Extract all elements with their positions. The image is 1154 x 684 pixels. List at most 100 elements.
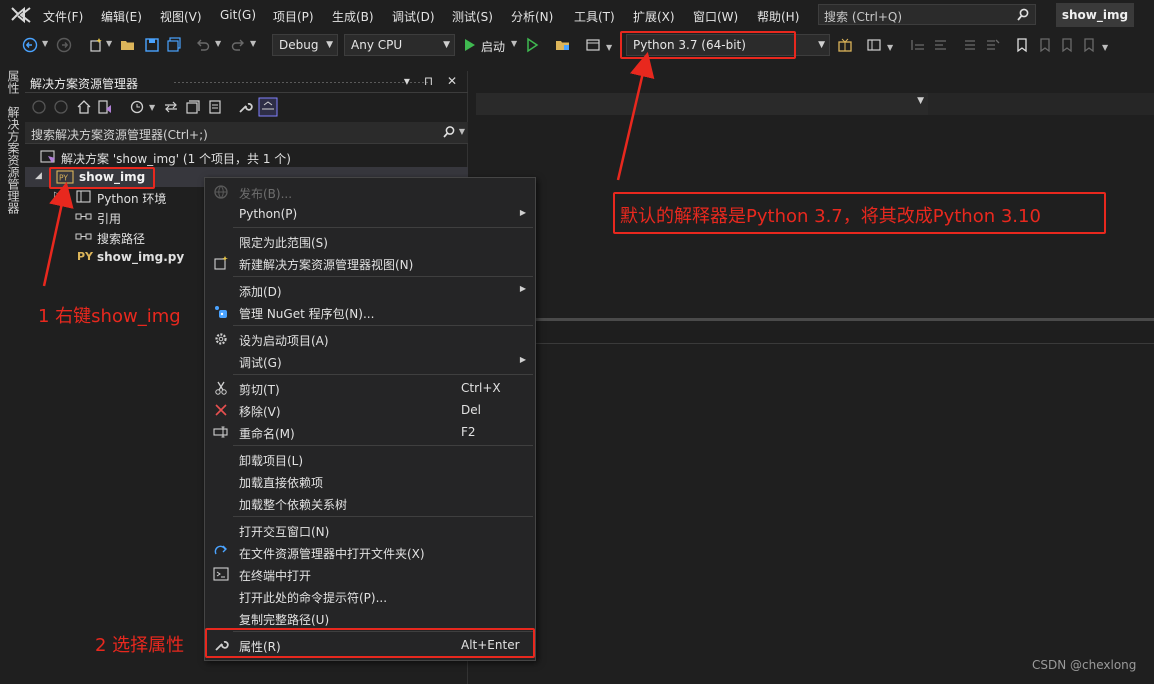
sync-with-document-icon[interactable] — [163, 99, 179, 115]
side-tool-tabs: 属性 解决方案资源管理器 — [0, 60, 25, 684]
show-all-files-icon[interactable] — [207, 99, 223, 115]
search-icon — [1017, 8, 1029, 21]
pending-dropdown-icon[interactable]: ▼ — [149, 103, 155, 112]
back-dropdown-icon[interactable]: ▼ — [42, 39, 48, 48]
back-icon — [32, 100, 46, 114]
save-icon[interactable] — [144, 37, 160, 53]
configuration-dropdown[interactable]: Debug ▼ — [272, 34, 338, 56]
menu-window[interactable]: 窗口(W) — [693, 8, 738, 25]
collapse-all-icon[interactable] — [185, 99, 201, 115]
menu-extensions[interactable]: 扩展(X) — [633, 8, 675, 25]
menu-edit[interactable]: 编辑(E) — [101, 8, 142, 25]
tab-solution-explorer[interactable]: 解决方案资源管理器 — [5, 106, 22, 214]
menu-item-label: 新建解决方案资源管理器视图(N) — [239, 258, 414, 272]
titlebar-grip[interactable] — [173, 81, 428, 84]
menu-view[interactable]: 视图(V) — [160, 8, 202, 25]
start-button-label[interactable]: 启动 — [481, 38, 505, 55]
toolbar-more-icon[interactable]: ▼ — [1102, 43, 1108, 52]
menu-item-scope-to-this[interactable]: 限定为此范围(S) — [205, 230, 535, 252]
menu-item-load-direct-deps[interactable]: 加载直接依赖项 — [205, 470, 535, 492]
menu-file[interactable]: 文件(F) — [43, 8, 83, 25]
python-file-label: show_img.py — [97, 250, 185, 264]
nuget-icon — [215, 306, 227, 318]
menu-analyze[interactable]: 分析(N) — [511, 8, 553, 25]
menu-item-set-startup[interactable]: 设为启动项目(A) — [205, 328, 535, 350]
new-dropdown-icon[interactable]: ▼ — [106, 39, 112, 48]
menu-item-manage-nuget[interactable]: 管理 NuGet 程序包(N)... — [205, 301, 535, 323]
menu-item-remove[interactable]: 移除(V) Del — [205, 399, 535, 421]
toolbar-overflow-icon[interactable]: ▼ — [606, 43, 612, 52]
menu-item-command-prompt[interactable]: 打开此处的命令提示符(P)... — [205, 585, 535, 607]
start-without-debugging-icon[interactable] — [524, 37, 540, 53]
layout-dropdown-icon[interactable]: ▼ — [887, 43, 893, 52]
menu-tools[interactable]: 工具(T) — [574, 8, 615, 25]
collapsed-arrow-icon[interactable]: ▷ — [54, 190, 62, 201]
menu-item-rename[interactable]: 重命名(M) F2 — [205, 421, 535, 443]
menu-separator — [233, 374, 533, 375]
expand-arrow-icon[interactable]: ◢ — [35, 171, 42, 181]
panel-layout-icon[interactable] — [866, 37, 882, 53]
solution-title: show_img — [1056, 3, 1134, 27]
menu-item-label: 在文件资源管理器中打开文件夹(X) — [239, 547, 425, 561]
home-icon[interactable] — [76, 99, 92, 115]
project-highlight-box — [49, 167, 155, 189]
window-layout-icon[interactable] — [585, 37, 601, 53]
switch-views-icon[interactable] — [97, 99, 113, 115]
menu-build[interactable]: 生成(B) — [332, 8, 374, 25]
editor-splitter[interactable] — [536, 318, 1154, 344]
bookmark-icon[interactable] — [1014, 37, 1030, 53]
save-all-icon[interactable] — [166, 37, 182, 53]
start-dropdown-icon[interactable]: ▼ — [511, 39, 517, 48]
visual-studio-logo-icon[interactable] — [10, 6, 32, 24]
chevron-down-icon: ▼ — [818, 40, 825, 50]
menu-item-open-in-terminal[interactable]: 在终端中打开 — [205, 563, 535, 585]
new-project-icon[interactable] — [88, 37, 104, 53]
menu-item-unload-project[interactable]: 卸载项目(L) — [205, 448, 535, 470]
menu-item-new-view[interactable]: 新建解决方案资源管理器视图(N) — [205, 252, 535, 274]
preview-selected-items-icon[interactable] — [258, 97, 278, 117]
package-icon[interactable] — [837, 37, 853, 53]
menu-item-cut[interactable]: 剪切(T) Ctrl+X — [205, 377, 535, 399]
redo-icon — [231, 39, 244, 51]
menu-item-label: 重命名(M) — [239, 427, 295, 441]
open-folder-toolbar-icon[interactable] — [120, 37, 136, 53]
start-play-icon[interactable] — [462, 37, 478, 53]
menu-separator — [233, 276, 533, 277]
pending-changes-icon[interactable] — [129, 99, 145, 115]
menu-item-load-dep-tree[interactable]: 加载整个依赖关系树 — [205, 492, 535, 514]
menu-item-add[interactable]: 添加(D) ▶ — [205, 279, 535, 301]
menu-debug[interactable]: 调试(D) — [392, 8, 435, 25]
tab-properties[interactable]: 属性 — [5, 70, 22, 94]
navigation-dropdown[interactable]: ▼ — [476, 93, 928, 115]
undo-dropdown-icon: ▼ — [215, 39, 222, 48]
menu-item-debug[interactable]: 调试(G) ▶ — [205, 350, 535, 372]
tree-row-solution[interactable]: 解决方案 'show_img' (1 个项目，共 1 个) — [25, 147, 468, 167]
step1-callout-text: 1 右键show_img — [38, 306, 181, 327]
solution-explorer-search-input[interactable]: 搜索解决方案资源管理器(Ctrl+;) ▼ — [25, 122, 468, 144]
publish-icon — [214, 185, 228, 199]
menu-item-interactive-window[interactable]: 打开交互窗口(N) — [205, 519, 535, 541]
menu-item-open-in-explorer[interactable]: 在文件资源管理器中打开文件夹(X) — [205, 541, 535, 563]
browse-folder-icon[interactable] — [555, 37, 571, 53]
menu-item-shortcut: F2 — [461, 425, 476, 439]
properties-wrench-icon[interactable] — [237, 99, 253, 115]
menu-test[interactable]: 测试(S) — [452, 8, 493, 25]
python-file-icon: PY — [77, 250, 94, 263]
menu-item-label: 发布(B)... — [239, 187, 293, 201]
global-search-input[interactable]: 搜索 (Ctrl+Q) — [818, 4, 1036, 25]
menu-item-label: 加载整个依赖关系树 — [239, 498, 348, 512]
menu-item-label: Python(P) — [239, 207, 298, 221]
forward-icon — [54, 100, 68, 114]
menu-help[interactable]: 帮助(H) — [757, 8, 799, 25]
menu-item-python[interactable]: Python(P) ▶ — [205, 203, 535, 225]
menu-git[interactable]: Git(G) — [220, 8, 256, 22]
menu-project[interactable]: 项目(P) — [273, 8, 314, 25]
submenu-arrow-icon: ▶ — [519, 208, 526, 217]
panel-window-buttons[interactable]: ▾ ⊓ ✕ — [404, 74, 462, 88]
menu-item-label: 加载直接依赖项 — [239, 476, 324, 490]
menu-item-label: 卸载项目(L) — [239, 454, 304, 468]
platform-dropdown[interactable]: Any CPU ▼ — [344, 34, 455, 56]
menu-item-copy-full-path[interactable]: 复制完整路径(U) — [205, 607, 535, 629]
search-options-dropdown-icon[interactable]: ▼ — [459, 127, 465, 136]
back-icon[interactable] — [22, 37, 38, 53]
